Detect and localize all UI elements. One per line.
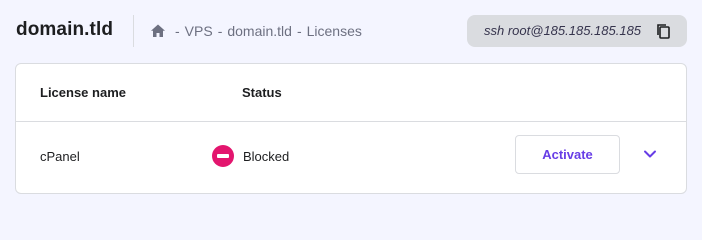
column-header-status: Status bbox=[242, 85, 282, 100]
table-row: cPanel Blocked Activate bbox=[16, 122, 686, 193]
page-header: domain.tld - VPS - domain.tld - Licenses… bbox=[0, 0, 702, 62]
blocked-icon bbox=[212, 145, 234, 167]
breadcrumb-separator: - bbox=[217, 23, 223, 39]
ssh-command-box: ssh root@185.185.185.185 bbox=[467, 15, 687, 47]
breadcrumb-item-licenses: Licenses bbox=[306, 23, 362, 39]
expand-row-button[interactable] bbox=[640, 144, 660, 164]
breadcrumb-item-vps[interactable]: VPS bbox=[185, 23, 213, 39]
status-cell: Blocked bbox=[212, 144, 289, 168]
page-title: domain.tld bbox=[16, 19, 114, 40]
column-header-license-name: License name bbox=[40, 85, 126, 100]
breadcrumb: - VPS - domain.tld - Licenses bbox=[150, 22, 362, 40]
ssh-command-text: ssh root@185.185.185.185 bbox=[484, 23, 642, 38]
title-divider bbox=[133, 15, 134, 47]
breadcrumb-separator: - bbox=[296, 23, 302, 39]
home-icon[interactable] bbox=[150, 23, 166, 39]
breadcrumb-separator: - bbox=[175, 23, 180, 39]
chevron-down-icon bbox=[644, 150, 656, 158]
licenses-table: License name Status cPanel Blocked Activ… bbox=[15, 63, 687, 194]
table-header: License name Status bbox=[16, 64, 686, 122]
copy-icon[interactable] bbox=[655, 23, 671, 39]
license-name: cPanel bbox=[40, 149, 80, 164]
status-text: Blocked bbox=[243, 148, 290, 164]
breadcrumb-item-domain[interactable]: domain.tld bbox=[227, 23, 292, 39]
activate-button[interactable]: Activate bbox=[515, 135, 620, 174]
